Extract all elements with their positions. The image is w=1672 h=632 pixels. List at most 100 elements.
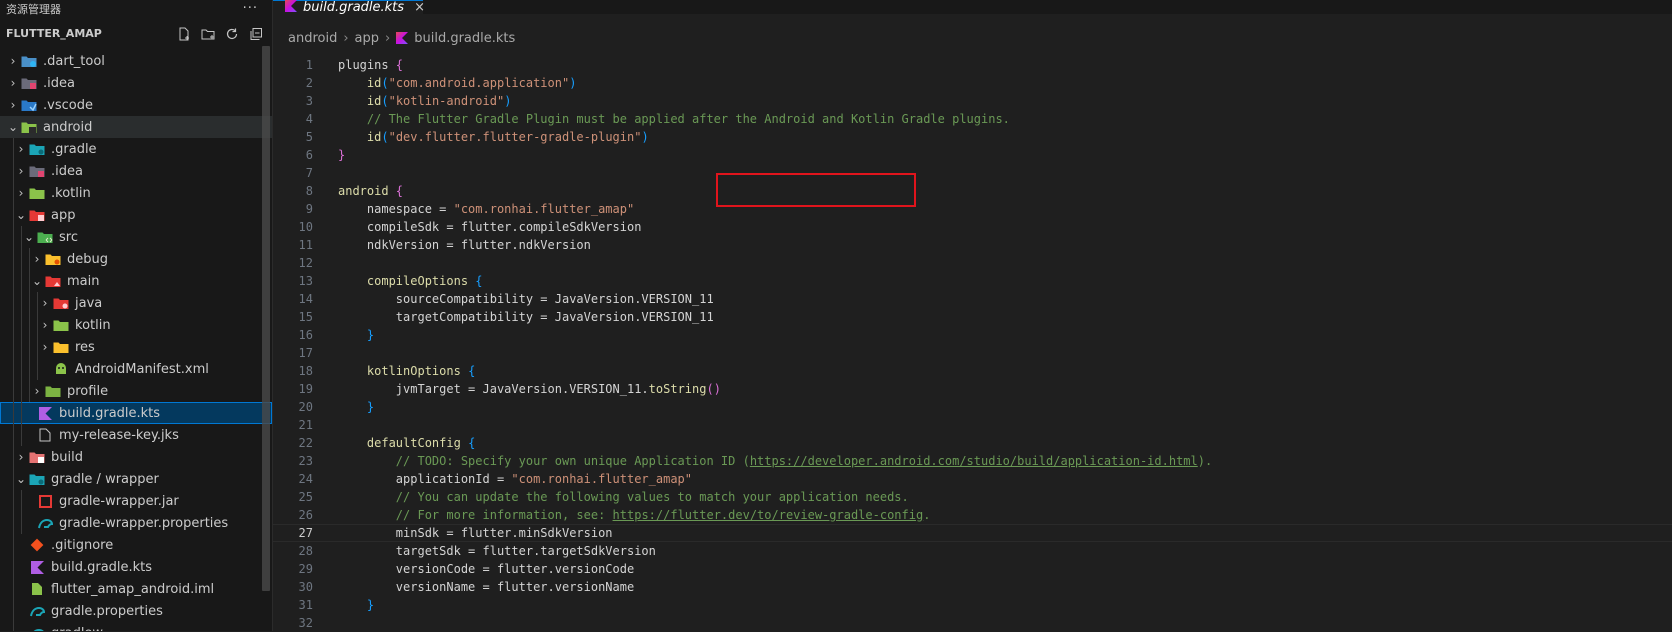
code-token: versionCode = flutter.versionCode <box>338 562 635 576</box>
chevron-down-icon[interactable]: ⌄ <box>6 120 20 134</box>
code-line[interactable]: 3 id("kotlin-android") <box>273 92 1672 110</box>
chevron-down-icon[interactable]: ⌄ <box>14 472 28 486</box>
new-folder-icon[interactable] <box>200 26 216 42</box>
code-line[interactable]: 8 android { <box>273 182 1672 200</box>
code-line[interactable]: 12 <box>273 254 1672 272</box>
gradle-properties-icon <box>28 603 46 619</box>
tree-item-my-release-key-jks[interactable]: my-release-key.jks <box>0 424 272 446</box>
tree-item-build[interactable]: › build <box>0 446 272 468</box>
refresh-icon[interactable] <box>224 26 240 42</box>
tree-item-idea[interactable]: › .idea <box>0 160 272 182</box>
code-line[interactable]: 32 <box>273 614 1672 632</box>
code-editor[interactable]: 1 plugins {2 id("com.android.application"… <box>273 56 1672 632</box>
code-line[interactable]: 21 <box>273 416 1672 434</box>
code-line[interactable]: 20 } <box>273 398 1672 416</box>
code-line[interactable]: 24 applicationId = "com.ronhai.flutter_a… <box>273 470 1672 488</box>
code-token: . <box>923 508 931 522</box>
code-line[interactable]: 26 // For more information, see: https:/… <box>273 506 1672 524</box>
tree-item-dart-tool[interactable]: › .dart_tool <box>0 50 272 72</box>
code-line[interactable]: 4 // The Flutter Gradle Plugin must be a… <box>273 110 1672 128</box>
chevron-down-icon[interactable]: ⌄ <box>14 208 28 222</box>
tree-item-debug[interactable]: › debug <box>0 248 272 270</box>
code-line[interactable]: 14 sourceCompatibility = JavaVersion.VER… <box>273 290 1672 308</box>
chevron-right-icon[interactable]: › <box>38 318 52 332</box>
tree-item-label: .idea <box>43 75 75 91</box>
chevron-down-icon[interactable]: ⌄ <box>30 274 44 288</box>
tree-item-gradle-wrapper-jar[interactable]: gradle-wrapper.jar <box>0 490 272 512</box>
tree-item-label: gradle-wrapper.jar <box>59 493 179 509</box>
chevron-right-icon: › <box>343 30 349 46</box>
tree-item-kotlin[interactable]: › kotlin <box>0 314 272 336</box>
chevron-right-icon[interactable]: › <box>14 186 28 200</box>
code-link[interactable]: https://developer.android.com/studio/bui… <box>750 454 1198 468</box>
code-line[interactable]: 19 jvmTarget = JavaVersion.VERSION_11.to… <box>273 380 1672 398</box>
chevron-right-icon[interactable]: › <box>30 252 44 266</box>
breadcrumb-item[interactable]: app <box>355 31 379 46</box>
code-line[interactable]: 25 // You can update the following value… <box>273 488 1672 506</box>
tree-item-res[interactable]: › res <box>0 336 272 358</box>
tree-item-profile[interactable]: › profile <box>0 380 272 402</box>
breadcrumb-item[interactable]: android <box>288 31 337 46</box>
code-line[interactable]: 17 <box>273 344 1672 362</box>
code-line[interactable]: 2 id("com.android.application") <box>273 74 1672 92</box>
chevron-right-icon[interactable]: › <box>30 384 44 398</box>
tree-item-build-gradle-kts[interactable]: build.gradle.kts <box>0 402 272 424</box>
code-line[interactable]: 15 targetCompatibility = JavaVersion.VER… <box>273 308 1672 326</box>
code-line[interactable]: 30 versionName = flutter.versionName <box>273 578 1672 596</box>
chevron-right-icon[interactable]: › <box>6 54 20 68</box>
more-actions-icon[interactable]: ··· <box>243 1 258 16</box>
annotation-highlight-box <box>716 173 916 207</box>
tree-item-flutter-amap-android-iml[interactable]: flutter_amap_android.iml <box>0 578 272 600</box>
tree-item-build-gradle-kts[interactable]: build.gradle.kts <box>0 556 272 578</box>
chevron-right-icon[interactable]: › <box>38 296 52 310</box>
code-line[interactable]: 1 plugins { <box>273 56 1672 74</box>
code-line[interactable]: 22 defaultConfig { <box>273 434 1672 452</box>
chevron-right-icon[interactable]: › <box>38 340 52 354</box>
code-line[interactable]: 23 // TODO: Specify your own unique Appl… <box>273 452 1672 470</box>
code-line[interactable]: 18 kotlinOptions { <box>273 362 1672 380</box>
code-line[interactable]: 6} <box>273 146 1672 164</box>
tree-item-gradle[interactable]: › .gradle <box>0 138 272 160</box>
tree-item-src[interactable]: ⌄ src <box>0 226 272 248</box>
chevron-right-icon[interactable]: › <box>6 98 20 112</box>
code-line[interactable]: 5 id("dev.flutter.flutter-gradle-plugin"… <box>273 128 1672 146</box>
workspace-root[interactable]: FLUTTER_AMAP <box>0 17 272 50</box>
new-file-icon[interactable] <box>176 26 192 42</box>
code-line[interactable]: 31 } <box>273 596 1672 614</box>
chevron-right-icon[interactable]: › <box>14 142 28 156</box>
code-line[interactable]: 10 compileSdk = flutter.compileSdkVersio… <box>273 218 1672 236</box>
tree-item-gradlew[interactable]: gradlew <box>0 622 272 631</box>
code-line[interactable]: 9 namespace = "com.ronhai.flutter_amap" <box>273 200 1672 218</box>
code-link[interactable]: https://flutter.dev/to/review-gradle-con… <box>613 508 924 522</box>
chevron-right-icon[interactable]: › <box>6 76 20 90</box>
code-line[interactable]: 13 compileOptions { <box>273 272 1672 290</box>
sidebar-scrollbar[interactable] <box>262 46 270 591</box>
tree-item-gradle-wrapper-properties[interactable]: gradle-wrapper.properties <box>0 512 272 534</box>
tree-item-gitignore[interactable]: .gitignore <box>0 534 272 556</box>
tree-item-android[interactable]: ⌄ android <box>0 116 272 138</box>
code-line[interactable]: 28 targetSdk = flutter.targetSdkVersion <box>273 542 1672 560</box>
tree-item-gradle-wrapper[interactable]: ⌄ gradle / wrapper <box>0 468 272 490</box>
indent-guide <box>13 204 14 226</box>
code-line[interactable]: 11 ndkVersion = flutter.ndkVersion <box>273 236 1672 254</box>
tree-item-app[interactable]: ⌄ app <box>0 204 272 226</box>
chevron-right-icon[interactable]: › <box>14 450 28 464</box>
tree-item-kotlin[interactable]: › .kotlin <box>0 182 272 204</box>
tree-item-androidmanifest-xml[interactable]: AndroidManifest.xml <box>0 358 272 380</box>
collapse-all-icon[interactable] <box>248 26 264 42</box>
code-line[interactable]: 16 } <box>273 326 1672 344</box>
tree-item-vscode[interactable]: › .vscode <box>0 94 272 116</box>
breadcrumb-item[interactable]: build.gradle.kts <box>414 31 515 46</box>
tree-item-gradle-properties[interactable]: gradle.properties <box>0 600 272 622</box>
code-line[interactable]: 7 <box>273 164 1672 182</box>
code-line[interactable]: 29 versionCode = flutter.versionCode <box>273 560 1672 578</box>
close-icon[interactable]: × <box>414 0 425 15</box>
chevron-down-icon[interactable]: ⌄ <box>22 230 36 244</box>
tree-item-idea[interactable]: › .idea <box>0 72 272 94</box>
tab-build-gradle-kts[interactable]: build.gradle.kts × <box>273 0 425 15</box>
chevron-right-icon[interactable]: › <box>14 164 28 178</box>
code-line[interactable]: 27 minSdk = flutter.minSdkVersion <box>273 524 1672 542</box>
indent-guide <box>13 424 14 446</box>
tree-item-main[interactable]: ⌄ main <box>0 270 272 292</box>
tree-item-java[interactable]: › java <box>0 292 272 314</box>
